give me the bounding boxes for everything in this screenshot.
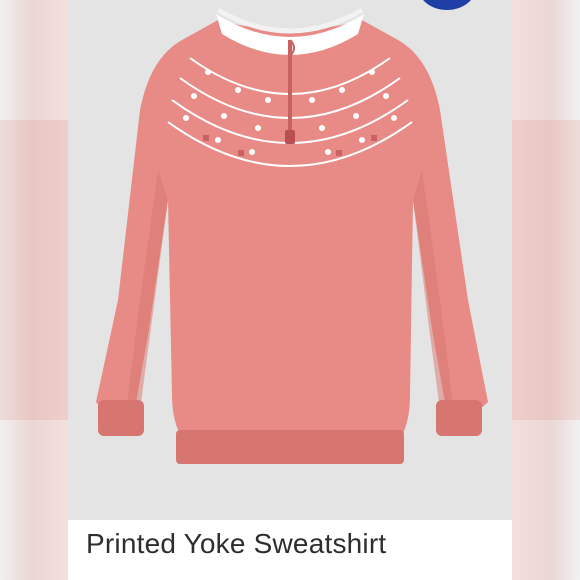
hem-band [176, 430, 404, 464]
left-cuff [98, 400, 144, 436]
blurred-background-left [0, 0, 68, 580]
sweatshirt-illustration [96, 7, 488, 464]
listing-card[interactable]: Printed Yoke Sweatshirt [68, 0, 512, 580]
product-title: Printed Yoke Sweatshirt [86, 528, 387, 559]
blurred-background-right [512, 0, 580, 580]
zipper-pull [285, 130, 295, 144]
right-cuff [436, 400, 482, 436]
product-photo[interactable] [68, 0, 512, 520]
